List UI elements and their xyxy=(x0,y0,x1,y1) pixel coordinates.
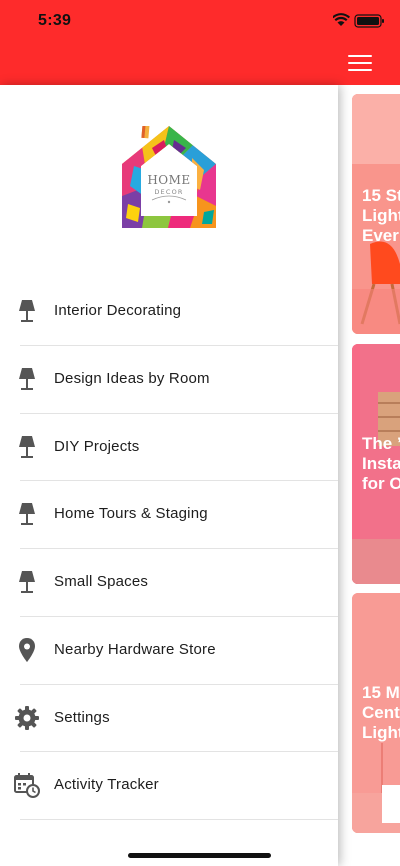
card-title: The ’ Insta for O xyxy=(362,434,400,493)
drawer-item-activity-tracker[interactable]: Activity Tracker xyxy=(0,752,338,820)
drawer-item-home-tours[interactable]: Home Tours & Staging xyxy=(0,481,338,549)
drawer-item-interior-decorating[interactable]: Interior Decorating xyxy=(0,278,338,346)
calendar-clock-icon xyxy=(14,773,40,799)
status-icons xyxy=(333,13,384,28)
logo-text-decor: DECOR xyxy=(154,188,184,196)
drawer-item-label: Nearby Hardware Store xyxy=(54,640,216,658)
lamp-icon xyxy=(19,435,35,458)
lamp-icon xyxy=(19,367,35,390)
article-card[interactable]: The ’ Insta for O xyxy=(352,344,400,584)
article-card[interactable]: 15 St Light Ever xyxy=(352,94,400,334)
wifi-icon xyxy=(333,13,350,26)
drawer-item-label: DIY Projects xyxy=(54,437,140,455)
lamp-icon xyxy=(19,571,35,593)
divider xyxy=(20,819,338,820)
drawer-item-label: Settings xyxy=(54,708,110,726)
status-time: 5:39 xyxy=(38,12,72,29)
card-title: 15 St Light Ever xyxy=(362,186,400,245)
drawer-menu: Interior Decorating Design Ideas by Room… xyxy=(0,278,338,820)
drawer-item-label: Activity Tracker xyxy=(54,776,159,794)
drawer-item-label: Home Tours & Staging xyxy=(54,505,208,523)
home-decor-logo: HOME DECOR xyxy=(122,123,216,228)
drawer-item-label: Small Spaces xyxy=(54,573,149,590)
article-card[interactable]: 15 M Cent Light xyxy=(352,593,400,833)
battery-icon xyxy=(354,14,384,28)
gear-icon xyxy=(15,705,39,730)
lamp-icon xyxy=(19,503,35,526)
drawer-item-settings[interactable]: Settings xyxy=(0,685,338,753)
main-content: 15 St Light Ever The ’ Insta for O 15 M … xyxy=(338,0,400,866)
home-indicator xyxy=(128,853,271,858)
drawer-item-diy-projects[interactable]: DIY Projects xyxy=(0,414,338,482)
logo-text-home: HOME xyxy=(147,173,191,187)
drawer-item-nearby-hardware-store[interactable]: Nearby Hardware Store xyxy=(0,617,338,685)
location-pin-icon xyxy=(19,637,35,662)
drawer-item-design-ideas[interactable]: Design Ideas by Room xyxy=(0,346,338,414)
navigation-drawer: HOME DECOR Interior Decorating Design Id… xyxy=(0,85,338,866)
hamburger-menu-icon[interactable] xyxy=(348,55,372,73)
drawer-item-small-spaces[interactable]: Small Spaces xyxy=(0,549,338,617)
drawer-item-label: Interior Decorating xyxy=(54,302,182,319)
lamp-icon xyxy=(19,300,35,322)
drawer-item-label: Design Ideas by Room xyxy=(54,369,210,387)
card-title: 15 M Cent Light xyxy=(362,683,400,742)
